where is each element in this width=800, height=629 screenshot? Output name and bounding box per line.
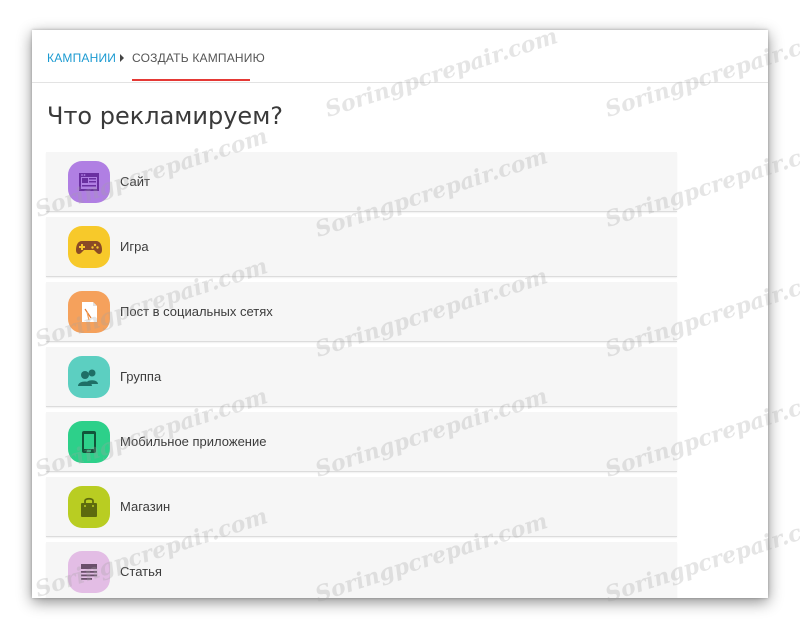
campaign-type-shop[interactable]: Магазин <box>46 477 677 537</box>
campaign-type-game[interactable]: Игра <box>46 217 677 277</box>
group-icon <box>68 356 110 398</box>
campaign-type-mobile-app[interactable]: Мобильное приложение <box>46 412 677 472</box>
campaign-type-website[interactable]: Сайт <box>46 152 677 212</box>
campaign-type-label: Статья <box>120 564 162 579</box>
breadcrumb-campaigns-link[interactable]: КАМПАНИИ <box>47 51 116 65</box>
article-icon <box>68 551 110 593</box>
campaign-type-social-post[interactable]: Пост в социальных сетях <box>46 282 677 342</box>
breadcrumb-separator-icon <box>120 54 124 62</box>
campaign-type-list: Сайт Игра Пост в социальных сетях Группа… <box>46 152 677 598</box>
campaign-type-label: Группа <box>120 369 162 384</box>
gamepad-icon <box>68 226 110 268</box>
campaign-type-label: Мобильное приложение <box>120 434 267 449</box>
app-window: КАМПАНИИ СОЗДАТЬ КАМПАНИЮ Что рекламируе… <box>32 30 768 598</box>
campaign-type-group[interactable]: Группа <box>46 347 677 407</box>
breadcrumb-create-campaign[interactable]: СОЗДАТЬ КАМПАНИЮ <box>132 51 265 65</box>
top-navigation-bar: КАМПАНИИ СОЗДАТЬ КАМПАНИЮ <box>32 30 768 83</box>
active-tab-underline <box>132 79 250 81</box>
post-icon <box>68 291 110 333</box>
mobile-app-icon <box>68 421 110 463</box>
campaign-type-article[interactable]: Статья <box>46 542 677 598</box>
campaign-type-label: Магазин <box>120 499 171 514</box>
campaign-type-label: Сайт <box>120 174 150 189</box>
page-title: Что рекламируем? <box>47 102 284 130</box>
campaign-type-label: Пост в социальных сетях <box>120 304 273 319</box>
website-icon <box>68 161 110 203</box>
campaign-type-label: Игра <box>120 239 149 254</box>
shopping-bag-icon <box>68 486 110 528</box>
